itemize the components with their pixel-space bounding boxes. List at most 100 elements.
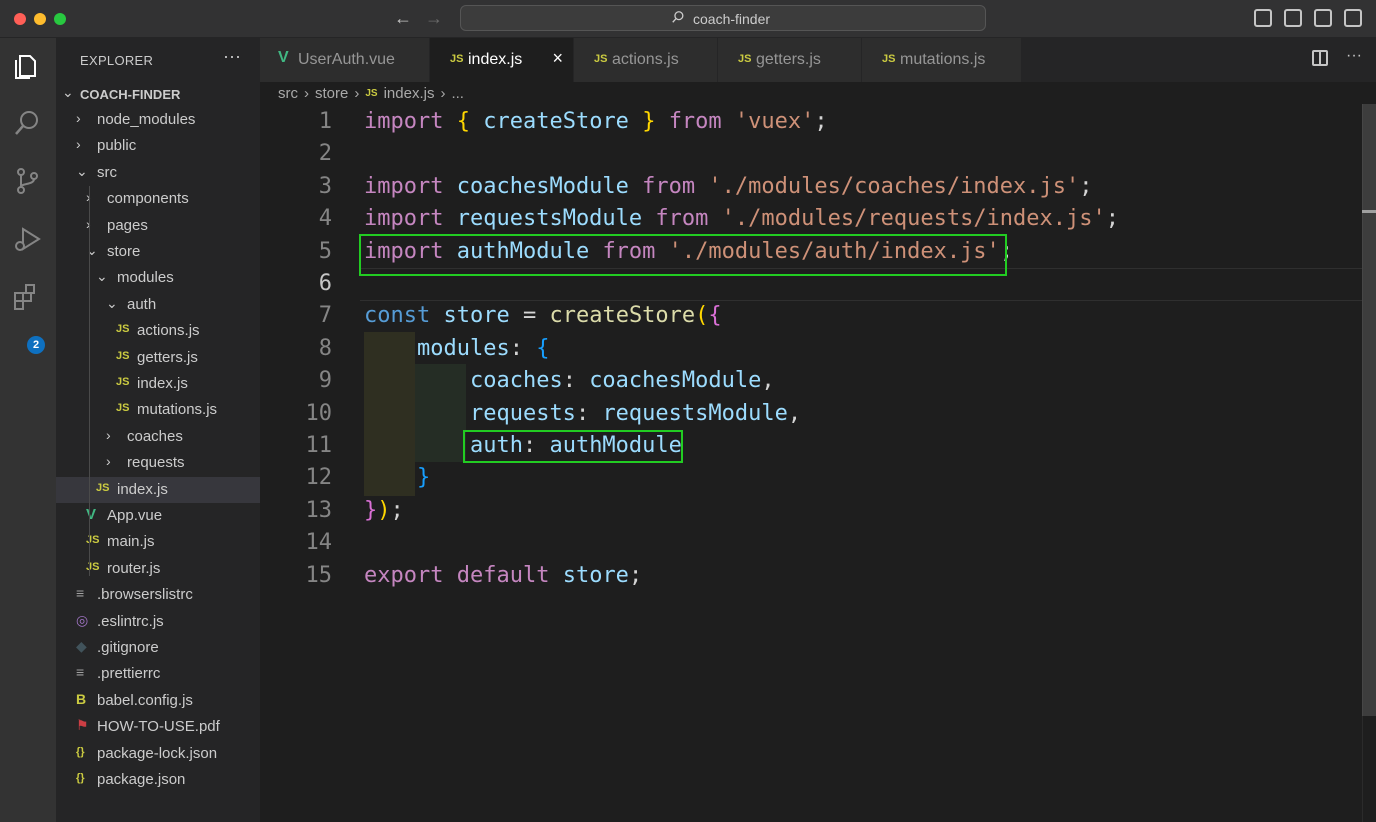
breadcrumb-item-src[interactable]: src: [278, 85, 298, 102]
customize-layout-icon[interactable]: [1344, 9, 1362, 27]
close-window-button[interactable]: [14, 13, 26, 25]
json-file-icon: {}: [76, 745, 85, 758]
line-number: 10: [305, 400, 333, 426]
code-line[interactable]: 15 export default store;: [260, 560, 1362, 593]
code-line[interactable]: 13});: [260, 495, 1362, 528]
tree-file[interactable]: JS index.js: [56, 371, 260, 397]
maximize-window-button[interactable]: [54, 13, 66, 25]
minimize-window-button[interactable]: [34, 13, 46, 25]
tree-item-label: main.js: [107, 533, 155, 551]
tree-folder[interactable]: ⌄ store: [56, 239, 260, 265]
tree-file[interactable]: JS getters.js: [56, 345, 260, 371]
tab-index-js[interactable]: JS index.js ×: [430, 38, 574, 82]
tree-folder[interactable]: ⌄ auth: [56, 292, 260, 318]
code-line[interactable]: 14: [260, 527, 1362, 560]
close-tab-icon[interactable]: ×: [552, 48, 563, 69]
code-line[interactable]: 11 auth: authModule: [260, 430, 1362, 463]
tree-folder[interactable]: ›pages: [56, 213, 260, 239]
tree-folder[interactable]: ›components: [56, 186, 260, 212]
tab-label: UserAuth.vue: [298, 51, 395, 68]
tab-mutations-js[interactable]: JS mutations.js: [862, 38, 1022, 82]
breadcrumb-item-file[interactable]: index.js: [384, 85, 435, 102]
tree-folder[interactable]: › public: [56, 133, 260, 159]
code-line[interactable]: 7 const store = createStore({: [260, 300, 1362, 333]
activity-bar: 2: [0, 38, 56, 822]
back-arrow-icon[interactable]: ←: [394, 8, 412, 29]
code-token: './modules/requests/index.js': [721, 206, 1106, 232]
tree-folder[interactable]: ⌄ modules: [56, 265, 260, 291]
breadcrumb-item-store[interactable]: store: [315, 85, 348, 102]
tree-folder[interactable]: ⌄ src: [56, 160, 260, 186]
toggle-secondary-sidebar-icon[interactable]: [1314, 9, 1332, 27]
code-line[interactable]: 4 import requestsModule from './modules/r…: [260, 203, 1362, 236]
tree-file[interactable]: {} package-lock.json: [56, 741, 260, 767]
run-debug-icon[interactable]: [12, 224, 42, 254]
tree-file[interactable]: ⚑ HOW-TO-USE.pdf: [56, 714, 260, 740]
code-line[interactable]: 3 import coachesModule from './modules/co…: [260, 171, 1362, 204]
tree-file[interactable]: ◆ .gitignore: [56, 635, 260, 661]
tree-item-label: .gitignore: [97, 639, 159, 656]
tab-getters-js[interactable]: JS getters.js: [718, 38, 862, 82]
code-token: requests: [469, 400, 576, 426]
tree-item-label: modules: [117, 269, 174, 287]
extensions-icon[interactable]: [12, 282, 42, 312]
line-number: 12: [305, 465, 333, 491]
code-token: }: [416, 465, 431, 491]
tree-root-label: COACH-FINDER: [80, 87, 181, 102]
tree-file[interactable]: ◎ .eslintrc.js: [56, 609, 260, 635]
code-line[interactable]: 12 }: [260, 462, 1362, 495]
tree-root-coach-finder[interactable]: ⌄ COACH-FINDER: [56, 81, 260, 107]
code-line[interactable]: 9 coaches: coachesModule,: [260, 365, 1362, 398]
tab-actions-js[interactable]: JS actions.js: [574, 38, 718, 82]
toggle-panel-icon[interactable]: [1284, 9, 1302, 27]
source-control-icon[interactable]: [12, 166, 42, 196]
scrollbar-thumb[interactable]: [1362, 104, 1376, 716]
tree-item-label: package.json: [97, 771, 186, 788]
search-icon[interactable]: [12, 108, 42, 138]
code-editor[interactable]: 1 import { createStore } from 'vuex'; 2 3 im…: [260, 104, 1362, 822]
tree-file[interactable]: JS router.js: [56, 556, 260, 582]
tree-folder[interactable]: › requests: [56, 450, 260, 476]
tree-folder[interactable]: › coaches: [56, 424, 260, 450]
code-line[interactable]: 2: [260, 138, 1362, 171]
tree-file[interactable]: JS mutations.js: [56, 397, 260, 423]
toggle-primary-sidebar-icon[interactable]: [1254, 9, 1272, 27]
code-token: (: [695, 303, 709, 329]
forward-arrow-icon[interactable]: →: [425, 8, 443, 29]
code-token: :: [562, 368, 590, 394]
tree-file[interactable]: ≡ .browserslistrc: [56, 582, 260, 608]
explorer-icon[interactable]: [12, 50, 42, 80]
pdf-file-icon: ⚑: [76, 717, 89, 734]
tree-file[interactable]: V App.vue: [56, 503, 260, 529]
tree-file[interactable]: Bbabel.config.js: [56, 688, 260, 714]
tree-file[interactable]: JS index.js: [56, 476, 260, 503]
tree-file[interactable]: JS actions.js: [56, 318, 260, 344]
code-token: requestsModule: [456, 206, 643, 232]
code-text: modules: {: [364, 333, 549, 365]
code-line[interactable]: 10 requests: requestsModule,: [260, 398, 1362, 431]
breadcrumb: src › store › JS index.js › ...: [278, 85, 464, 102]
line-number: 4: [318, 206, 332, 232]
more-actions-icon[interactable]: ···: [1346, 48, 1362, 66]
line-number: 15: [305, 562, 333, 588]
code-token: ;: [1105, 206, 1120, 232]
tree-file[interactable]: ≡ .prettierrc: [56, 661, 260, 687]
breadcrumb-separator: ›: [304, 85, 309, 102]
code-line[interactable]: 1 import { createStore } from 'vuex';: [260, 106, 1362, 139]
code-token: from: [668, 109, 722, 134]
more-actions-icon[interactable]: ···: [223, 46, 241, 67]
line-number: 9: [318, 368, 332, 394]
code-token: from: [655, 206, 709, 232]
breadcrumb-item-symbols[interactable]: ...: [451, 85, 464, 102]
tree-folder[interactable]: › node_modules: [56, 107, 260, 133]
vue-file-icon: V: [278, 49, 289, 66]
tree-file[interactable]: {} package.json: [56, 767, 260, 793]
tab-userauth-vue[interactable]: V UserAuth.vue: [260, 38, 430, 82]
tree-item-label: HOW-TO-USE.pdf: [97, 718, 220, 736]
command-center-search[interactable]: coach-finder: [460, 5, 986, 31]
js-file-icon: JS: [738, 53, 752, 65]
split-editor-icon[interactable]: [1312, 50, 1329, 66]
code-line[interactable]: 8 modules: {: [260, 333, 1362, 366]
tree-file[interactable]: JS main.js: [56, 529, 260, 555]
